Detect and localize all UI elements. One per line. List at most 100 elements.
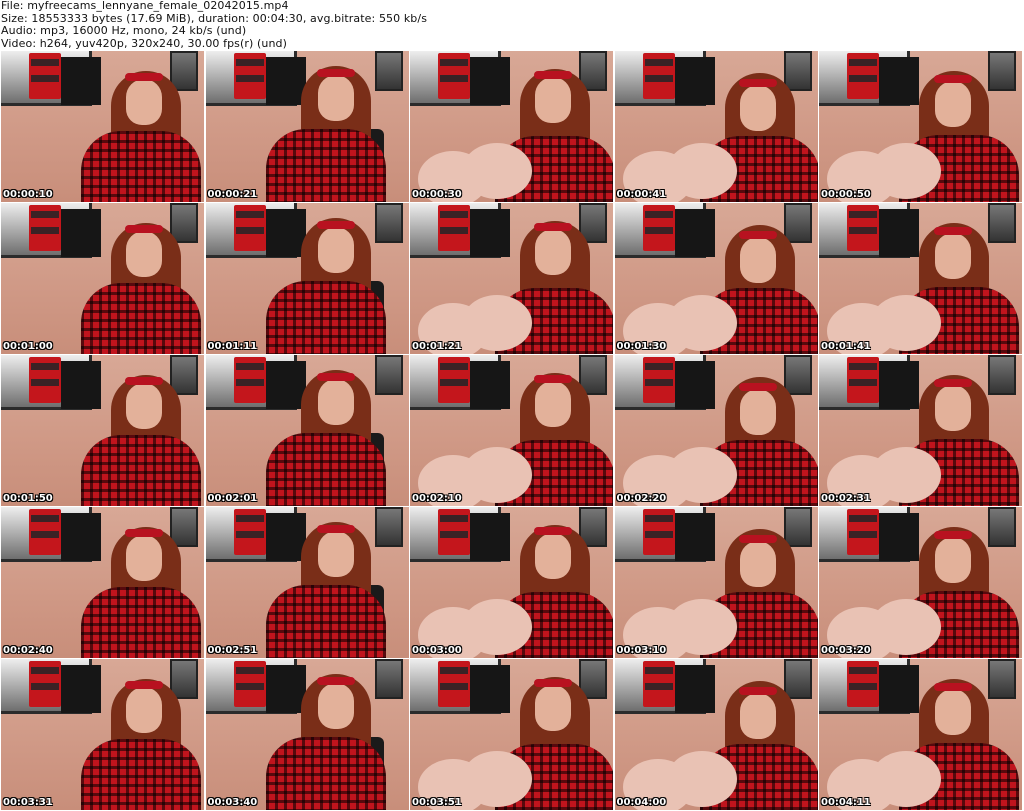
monitor-shape <box>265 361 306 409</box>
wall-frame <box>374 355 403 395</box>
bandana-shape <box>125 681 163 689</box>
video-thumbnail: 00:00:41 <box>614 51 818 202</box>
face-shape <box>535 77 571 123</box>
video-thumbnail: 00:01:41 <box>819 203 1022 354</box>
thumbnail-timestamp: 00:03:40 <box>207 797 258 808</box>
face-shape <box>317 531 354 577</box>
monitor-shape <box>61 57 101 105</box>
red-bus-icon <box>233 661 266 707</box>
red-bus-icon <box>642 509 675 555</box>
face-shape <box>739 85 776 131</box>
bandana-shape <box>125 73 163 81</box>
bandana-shape <box>534 71 572 79</box>
bandana-shape <box>316 373 355 381</box>
video-thumbnail: 00:00:10 <box>1 51 204 202</box>
monitor-shape <box>470 57 510 105</box>
monitor-shape <box>879 209 919 257</box>
face-shape <box>739 237 776 283</box>
bandana-shape <box>125 529 163 537</box>
thumbnail-timestamp: 00:02:10 <box>412 493 462 504</box>
face-shape <box>317 75 354 121</box>
thumbnail-grid: 00:00:10 00:00:21 00:00:30 00:00:41 00:00:50… <box>1 51 1023 811</box>
video-thumbnail: 00:03:10 <box>614 507 818 658</box>
thumbnail-timestamp: 00:02:31 <box>821 493 871 504</box>
face-shape <box>126 79 162 125</box>
wall-frame <box>988 51 1016 91</box>
knee-shape <box>462 143 532 199</box>
wall-frame <box>988 659 1016 699</box>
thumbnail-timestamp: 00:02:01 <box>207 493 258 504</box>
red-bus-icon <box>438 205 470 251</box>
bandana-shape <box>738 383 777 391</box>
knee-shape <box>462 599 532 655</box>
red-bus-icon <box>438 357 470 403</box>
video-thumbnail: 00:01:00 <box>1 203 204 354</box>
red-bus-icon <box>438 53 470 99</box>
bandana-shape <box>534 223 572 231</box>
red-bus-icon <box>233 53 266 99</box>
file-name-line: File: myfreecams_lennyane_female_0204201… <box>1 0 289 12</box>
plaid-shirt-shape <box>265 129 386 202</box>
thumbnail-timestamp: 00:03:51 <box>412 797 462 808</box>
face-shape <box>935 233 971 279</box>
bandana-shape <box>125 377 163 385</box>
face-shape <box>126 535 162 581</box>
knee-shape <box>871 599 941 655</box>
thumbnail-timestamp: 00:04:00 <box>616 797 667 808</box>
monitor-shape <box>674 361 715 409</box>
bandana-shape <box>316 69 355 77</box>
knee-shape <box>462 447 532 503</box>
knee-shape <box>462 295 532 351</box>
face-shape <box>535 229 571 275</box>
bandana-shape <box>934 531 972 539</box>
face-shape <box>126 383 162 429</box>
video-thumbnail: 00:00:21 <box>205 51 409 202</box>
face-shape <box>535 381 571 427</box>
thumbnail-timestamp: 00:00:10 <box>3 189 53 200</box>
face-shape <box>535 533 571 579</box>
red-bus-icon <box>847 205 879 251</box>
monitor-shape <box>674 665 715 713</box>
thumbnail-timestamp: 00:04:11 <box>821 797 871 808</box>
red-bus-icon <box>29 661 61 707</box>
video-thumbnail: 00:01:21 <box>410 203 613 354</box>
thumbnail-timestamp: 00:03:20 <box>821 645 871 656</box>
red-bus-icon <box>642 661 675 707</box>
video-thumbnail: 00:02:40 <box>1 507 204 658</box>
knee-shape <box>666 143 737 199</box>
monitor-shape <box>470 665 510 713</box>
wall-frame <box>783 659 812 699</box>
monitor-shape <box>61 361 101 409</box>
plaid-shirt-shape <box>265 433 386 506</box>
red-bus-icon <box>847 509 879 555</box>
red-bus-icon <box>847 661 879 707</box>
bandana-shape <box>534 679 572 687</box>
red-bus-icon <box>642 53 675 99</box>
face-shape <box>935 81 971 127</box>
wall-frame <box>374 659 403 699</box>
thumbnail-timestamp: 00:03:10 <box>616 645 667 656</box>
thumbnail-timestamp: 00:00:50 <box>821 189 871 200</box>
bandana-shape <box>534 375 572 383</box>
thumbnail-timestamp: 00:00:30 <box>412 189 462 200</box>
plaid-shirt-shape <box>81 587 201 658</box>
bandana-shape <box>934 75 972 83</box>
red-bus-icon <box>642 357 675 403</box>
face-shape <box>739 541 776 587</box>
face-shape <box>739 389 776 435</box>
bandana-shape <box>738 231 777 239</box>
video-thumbnail: 00:04:00 <box>614 659 818 810</box>
wall-frame <box>988 203 1016 243</box>
knee-shape <box>666 447 737 503</box>
monitor-shape <box>265 513 306 561</box>
thumbnail-timestamp: 00:01:00 <box>3 341 53 352</box>
wall-frame <box>783 51 812 91</box>
monitor-shape <box>61 513 101 561</box>
red-bus-icon <box>642 205 675 251</box>
face-shape <box>935 385 971 431</box>
thumbnail-timestamp: 00:01:11 <box>207 341 258 352</box>
red-bus-icon <box>847 357 879 403</box>
red-bus-icon <box>29 357 61 403</box>
monitor-shape <box>265 665 306 713</box>
video-thumbnail: 00:02:20 <box>614 355 818 506</box>
